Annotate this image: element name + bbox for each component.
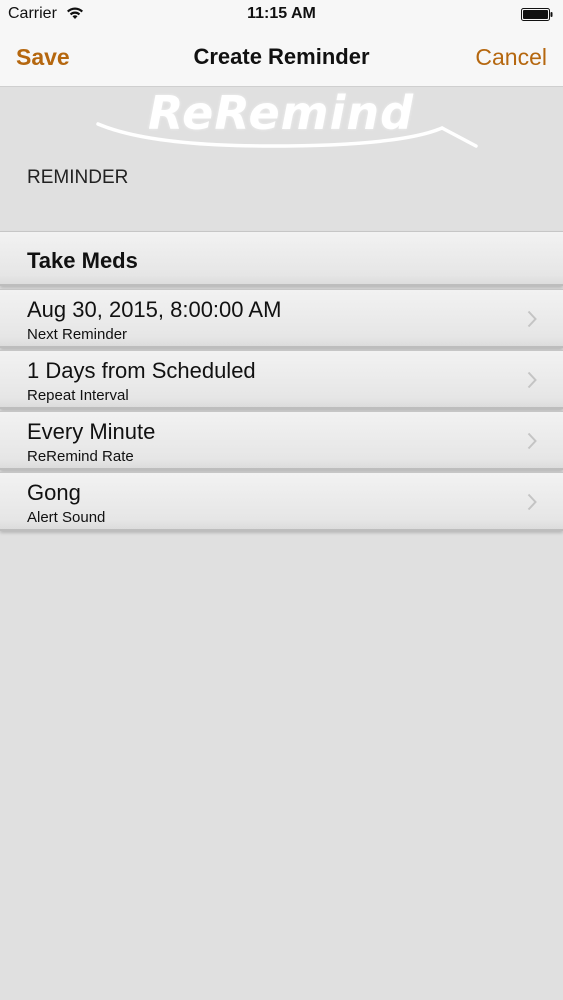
chevron-right-icon — [527, 371, 537, 389]
row-divider — [0, 529, 563, 531]
reremind-rate-row[interactable]: Every Minute ReRemind Rate — [0, 411, 563, 470]
status-bar: Carrier 11:15 AM — [0, 0, 563, 30]
reremind-rate-value: Every Minute — [27, 419, 156, 444]
row-divider — [0, 468, 563, 470]
battery-icon — [521, 8, 553, 21]
chevron-right-icon — [527, 493, 537, 511]
alert-sound-row[interactable]: Gong Alert Sound — [0, 472, 563, 531]
repeat-interval-value: 1 Days from Scheduled — [27, 358, 256, 383]
chevron-right-icon — [527, 310, 537, 328]
repeat-interval-label: Repeat Interval — [27, 387, 129, 404]
next-reminder-value: Aug 30, 2015, 8:00:00 AM — [27, 297, 282, 322]
navigation-bar: Save Create Reminder Cancel — [0, 30, 563, 87]
section-header: REMINDER — [27, 167, 129, 188]
reminder-name: Take Meds — [27, 248, 138, 273]
row-divider — [0, 284, 563, 286]
status-time: 11:15 AM — [247, 5, 316, 22]
logo-text: ReRemind — [148, 86, 415, 140]
alert-sound-value: Gong — [27, 480, 81, 505]
row-divider — [0, 346, 563, 348]
next-reminder-row[interactable]: Aug 30, 2015, 8:00:00 AM Next Reminder — [0, 289, 563, 348]
reminder-name-row[interactable]: Take Meds — [0, 231, 563, 286]
chevron-right-icon — [527, 432, 537, 450]
alert-sound-label: Alert Sound — [27, 509, 106, 526]
repeat-interval-row[interactable]: 1 Days from Scheduled Repeat Interval — [0, 350, 563, 409]
cancel-button[interactable]: Cancel — [475, 44, 547, 71]
reremind-rate-label: ReRemind Rate — [27, 448, 134, 465]
row-divider — [0, 407, 563, 409]
reremind-logo: ReRemind — [90, 86, 490, 156]
next-reminder-label: Next Reminder — [27, 326, 128, 343]
